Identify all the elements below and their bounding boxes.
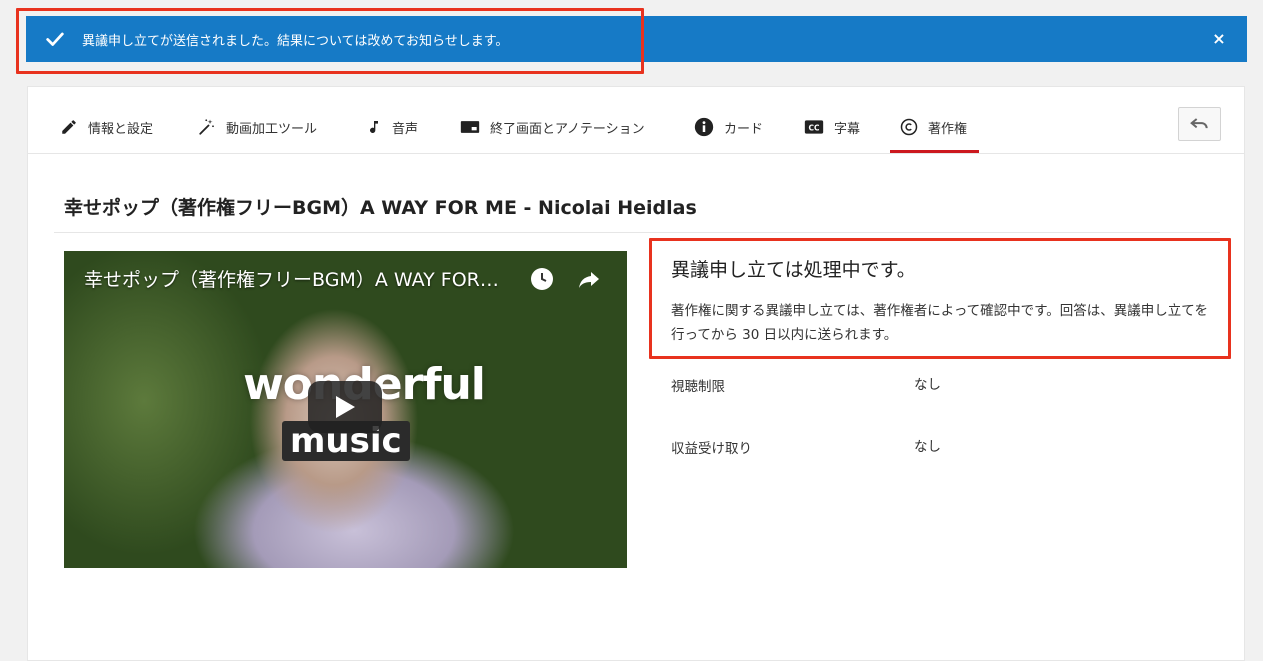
tab-enhancements[interactable]: 動画加工ツール	[198, 113, 317, 141]
tab-label: 終了画面とアノテーション	[490, 121, 645, 137]
watch-later-icon[interactable]	[530, 267, 554, 291]
play-button[interactable]	[308, 381, 382, 433]
tab-label: 著作権	[928, 121, 968, 137]
copyright-icon	[900, 118, 918, 136]
info-icon	[694, 117, 714, 137]
back-arrow-icon	[1189, 118, 1208, 129]
video-title: 幸せポップ（著作権フリーBGM）A WAY FOR ME - Nicolai H…	[64, 197, 697, 219]
end-screen-icon	[460, 121, 480, 133]
notification-message: 異議申し立てが送信されました。結果については改めてお知らせします。	[82, 33, 509, 49]
tab-subtitles[interactable]: CC 字幕	[804, 113, 860, 141]
page: 異議申し立てが送信されました。結果については改めてお知らせします。 × 情報と設…	[0, 0, 1263, 661]
divider	[54, 232, 1220, 233]
back-button[interactable]	[1178, 107, 1221, 141]
video-edit-card: 情報と設定 動画加工ツール 音声 終了画面とアノテーション カード CC 字幕 …	[27, 86, 1245, 661]
checkmark-icon	[46, 32, 64, 46]
tab-label: 字幕	[834, 121, 861, 137]
pencil-icon	[62, 120, 76, 134]
active-tab-indicator	[890, 150, 979, 153]
success-notification: 異議申し立てが送信されました。結果については改めてお知らせします。 ×	[26, 16, 1247, 62]
magic-wand-icon	[199, 119, 214, 135]
tab-end-screen[interactable]: 終了画面とアノテーション	[460, 113, 645, 141]
music-note-icon	[370, 121, 378, 134]
monetization-value: なし	[914, 439, 941, 455]
cc-icon: CC	[804, 120, 824, 134]
share-icon[interactable]	[576, 267, 602, 291]
monetization-label: 収益受け取り	[671, 441, 752, 457]
video-player[interactable]: 幸せポップ（著作権フリーBGM）A WAY FOR ME - Nicolai H…	[64, 251, 627, 568]
tab-audio[interactable]: 音声	[366, 113, 418, 141]
tab-label: 情報と設定	[88, 121, 154, 137]
play-icon	[336, 396, 355, 418]
dispute-status-description: 著作権に関する異議申し立ては、著作権者によって確認中です。回答は、異議申し立てを…	[671, 303, 1209, 343]
svg-text:CC: CC	[808, 123, 820, 132]
tab-copyright[interactable]: 著作権	[900, 113, 967, 141]
close-icon[interactable]: ×	[1209, 29, 1229, 49]
player-title[interactable]: 幸せポップ（著作権フリーBGM）A WAY FOR ME - Nicolai H…	[84, 265, 504, 292]
tab-label: 動画加工ツール	[226, 121, 318, 137]
restriction-label: 視聴制限	[671, 379, 725, 395]
dispute-status-title: 異議申し立ては処理中です。	[671, 259, 916, 281]
tab-info-settings[interactable]: 情報と設定	[60, 113, 153, 141]
tab-bar: 情報と設定 動画加工ツール 音声 終了画面とアノテーション カード CC 字幕 …	[28, 87, 1244, 154]
restriction-value: なし	[914, 377, 941, 393]
tab-label: 音声	[392, 121, 419, 137]
tab-cards[interactable]: カード	[694, 113, 763, 141]
tab-label: カード	[724, 121, 764, 137]
